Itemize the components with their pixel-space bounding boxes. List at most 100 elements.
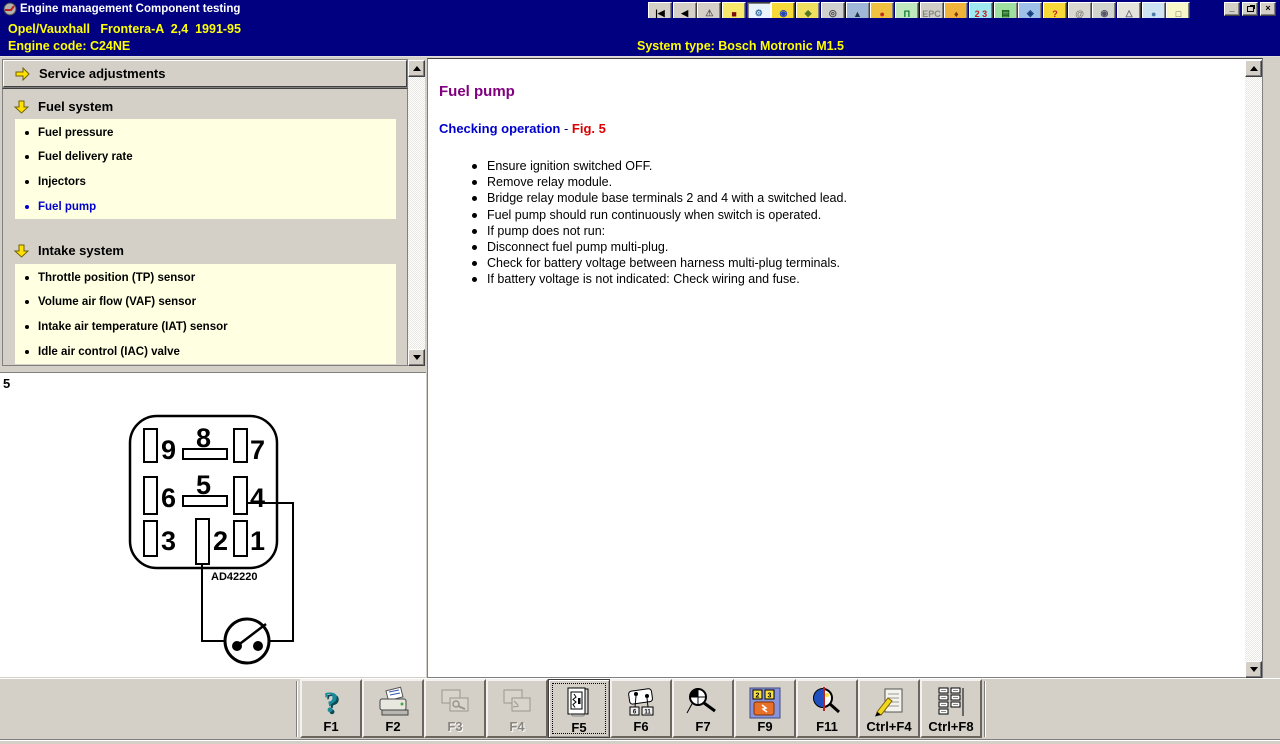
svg-text:2: 2 xyxy=(213,526,228,556)
engine-code: Engine code: C24NE xyxy=(8,39,130,53)
procedure-list: Ensure ignition switched OFF. Remove rel… xyxy=(472,158,847,288)
sidebar-section-fuel-system[interactable]: Fuel system xyxy=(5,93,395,119)
bullet-icon xyxy=(472,261,477,266)
printer-icon xyxy=(374,685,412,721)
minimize-button[interactable]: _ xyxy=(1224,2,1240,16)
svg-text:AD42220: AD42220 xyxy=(211,571,257,583)
procedure-step: Ensure ignition switched OFF. xyxy=(472,158,847,174)
topic-fuel-delivery-rate[interactable]: Fuel delivery rate xyxy=(15,144,396,169)
collapsed-arrow-icon xyxy=(14,67,30,81)
function-buttons: ? F1 F2 xyxy=(300,679,982,738)
close-icon: × xyxy=(1265,3,1270,13)
topic-idle-air-control-valve[interactable]: Idle air control (IAC) valve xyxy=(15,339,396,364)
function-toolbar: ? F1 F2 xyxy=(0,678,1280,739)
relay-pin-data-button[interactable]: 6 11 F6 xyxy=(610,679,672,738)
vehicle-banner: Opel/Vauxhall Frontera-A 2,4 1991-95 Eng… xyxy=(0,18,1280,57)
procedure-step: Bridge relay module base terminals 2 and… xyxy=(472,190,847,206)
bullet-icon xyxy=(472,196,477,201)
bullet-icon xyxy=(472,213,477,218)
section-label: Fuel system xyxy=(38,99,113,114)
figures-key-icon xyxy=(436,685,474,721)
topic-label: Fuel pressure xyxy=(38,127,113,139)
svg-text:9: 9 xyxy=(161,435,176,465)
notes-pencil-icon xyxy=(870,685,908,721)
scroll-up-button[interactable] xyxy=(1245,60,1262,77)
section-label: Intake system xyxy=(38,243,124,258)
scroll-up-button[interactable] xyxy=(408,60,425,77)
expanded-arrow-icon xyxy=(14,243,29,258)
relay-diagram: 9 8 7 6 5 4 3 2 1 AD42220 xyxy=(0,373,426,678)
sidebar-topics-panel: Fuel system Fuel pressure Fuel delivery … xyxy=(2,88,408,366)
section-heading: Checking operation xyxy=(439,121,560,136)
restore-icon xyxy=(1247,6,1254,12)
notes-button[interactable]: Ctrl+F4 xyxy=(858,679,920,738)
search-magnifier-icon xyxy=(808,685,846,721)
procedure-step: Disconnect fuel pump multi-plug. xyxy=(472,239,847,255)
page-title: Fuel pump xyxy=(439,83,515,100)
component-testing-button[interactable]: F5 xyxy=(548,679,610,738)
content-scrollbar[interactable] xyxy=(1245,60,1262,678)
svg-text:2: 2 xyxy=(756,693,760,700)
figure-link[interactable]: Fig. 5 xyxy=(572,121,606,136)
close-button[interactable]: × xyxy=(1260,2,1276,16)
expanded-arrow-icon xyxy=(14,99,29,114)
bullet-icon xyxy=(472,245,477,250)
topic-label: Fuel pump xyxy=(38,201,96,213)
svg-text:1: 1 xyxy=(250,526,265,556)
svg-text:7: 7 xyxy=(250,435,265,465)
procedure-step: Remove relay module. xyxy=(472,174,847,190)
intake-system-topic-list: Throttle position (TP) sensor Volume air… xyxy=(15,264,396,364)
figure-panel: 5 9 8 7 6 5 4 3 2 1 AD42220 xyxy=(0,372,426,677)
menu-list-icon xyxy=(932,685,970,721)
topic-volume-air-flow-sensor[interactable]: Volume air flow (VAF) sensor xyxy=(15,289,396,314)
sidebar-section-service-adjustments[interactable]: Service adjustments xyxy=(3,60,407,87)
topic-intake-air-temperature-sensor[interactable]: Intake air temperature (IAT) sensor xyxy=(15,314,396,339)
scroll-down-button[interactable] xyxy=(408,349,425,366)
bullet-icon xyxy=(25,205,29,209)
topic-throttle-position-sensor[interactable]: Throttle position (TP) sensor xyxy=(15,264,396,289)
bullet-icon xyxy=(25,325,29,329)
topic-label: Idle air control (IAC) valve xyxy=(38,346,180,358)
status-strip xyxy=(0,739,1280,744)
relay-module-icon: 6 11 xyxy=(622,685,660,721)
topic-fuel-pressure[interactable]: Fuel pressure xyxy=(15,119,396,144)
bullet-icon xyxy=(25,276,29,280)
figures-key-button: F3 xyxy=(424,679,486,738)
bullet-icon xyxy=(25,155,29,159)
menu-button[interactable]: Ctrl+F8 xyxy=(920,679,982,738)
scroll-up-icon xyxy=(1250,66,1258,71)
topic-injectors[interactable]: Injectors xyxy=(15,169,396,194)
topic-label: Throttle position (TP) sensor xyxy=(38,272,195,284)
component-schematic-icon xyxy=(560,684,598,720)
print-button[interactable]: F2 xyxy=(362,679,424,738)
section-heading-row: Checking operation - Fig. 5 xyxy=(439,121,606,136)
svg-text:6: 6 xyxy=(161,483,176,513)
scroll-down-button[interactable] xyxy=(1245,661,1262,678)
svg-text:3: 3 xyxy=(768,693,772,700)
locator-magnifier-icon xyxy=(684,685,722,721)
sidebar-section-intake-system[interactable]: Intake system xyxy=(5,237,395,263)
bullet-icon xyxy=(472,277,477,282)
fuel-system-topic-list: Fuel pressure Fuel delivery rate Injecto… xyxy=(15,119,396,219)
restore-button[interactable] xyxy=(1242,2,1258,16)
section-label: Service adjustments xyxy=(39,66,165,81)
procedure-step: If pump does not run: xyxy=(472,223,847,239)
topic-label: Volume air flow (VAF) sensor xyxy=(38,296,196,308)
figures-button: F4 xyxy=(486,679,548,738)
scroll-down-icon xyxy=(413,355,421,360)
component-location-button[interactable]: 2 3 F9 xyxy=(734,679,796,738)
sidebar-scrollbar[interactable] xyxy=(408,60,425,366)
search-button[interactable]: F11 xyxy=(796,679,858,738)
toolbar-separator xyxy=(296,681,298,737)
bullet-icon xyxy=(25,350,29,354)
topic-label: Injectors xyxy=(38,176,86,188)
window-controls: _ × xyxy=(1224,2,1276,16)
vehicle-description: Opel/Vauxhall Frontera-A 2,4 1991-95 xyxy=(8,22,241,36)
bullet-icon xyxy=(25,180,29,184)
svg-text:11: 11 xyxy=(644,710,651,716)
component-locate-button[interactable]: F7 xyxy=(672,679,734,738)
help-button[interactable]: ? F1 xyxy=(300,679,362,738)
bullet-icon xyxy=(472,164,477,169)
topic-fuel-pump-selected[interactable]: Fuel pump xyxy=(15,194,396,219)
bullet-icon xyxy=(472,229,477,234)
